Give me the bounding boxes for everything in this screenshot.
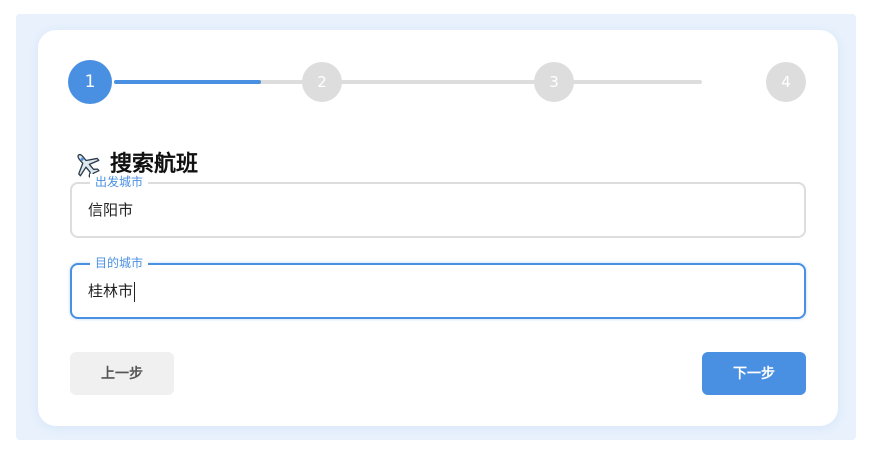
destination-city-field[interactable]: 目的城市 桂林市 [70, 255, 806, 319]
previous-step-button[interactable]: 上一步 [70, 352, 174, 395]
wizard-card: 1 2 3 4 搜索航班 出发城市 信阳市 目的城市 桂林市 上一步 下一步 [38, 30, 838, 426]
progress-track [114, 80, 702, 84]
progress-fill [114, 80, 261, 84]
destination-city-text: 桂林市 [88, 282, 134, 300]
departure-city-input[interactable]: 信阳市 [88, 184, 133, 236]
step-3: 3 [534, 62, 574, 102]
step-4: 4 [766, 62, 806, 102]
text-caret [134, 281, 136, 302]
destination-city-input[interactable]: 桂林市 [88, 265, 136, 317]
step-1: 1 [68, 60, 112, 104]
next-step-button[interactable]: 下一步 [702, 352, 806, 395]
step-2: 2 [302, 62, 342, 102]
departure-city-field[interactable]: 出发城市 信阳市 [70, 174, 806, 238]
